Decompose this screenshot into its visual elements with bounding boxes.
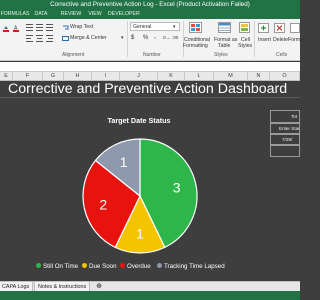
legend-item: Still On Time [36, 262, 78, 272]
pie-chart: 3 1 2 1 [82, 138, 198, 254]
legend-label: Tracking Time Lapsed [164, 263, 225, 270]
summary-date: 7/29/ [270, 134, 300, 145]
legend-item: Tracking Time Lapsed [157, 262, 225, 272]
legend-marker [120, 263, 125, 268]
summary-empty-cell [270, 145, 300, 157]
legend-label: Due Soon [89, 263, 117, 270]
chart-legend: Still On Time Due Soon Overdue Tracking … [30, 262, 270, 272]
legend-marker [157, 263, 162, 268]
legend-label: Still On Time [43, 263, 79, 270]
legend-marker [82, 263, 87, 268]
slice-value-label: 2 [99, 196, 107, 212]
legend-item: Overdue [120, 262, 151, 272]
summary-header: Tot [270, 110, 300, 123]
legend-label: Overdue [127, 263, 151, 270]
slice-value-label: 1 [136, 226, 144, 242]
slice-value-label: 3 [173, 180, 181, 196]
legend-item: Due Soon [82, 262, 117, 272]
status-bar [0, 291, 300, 300]
legend-marker [36, 263, 41, 268]
summary-label: Enter Star [270, 123, 300, 134]
slice-value-label: 1 [120, 154, 128, 170]
